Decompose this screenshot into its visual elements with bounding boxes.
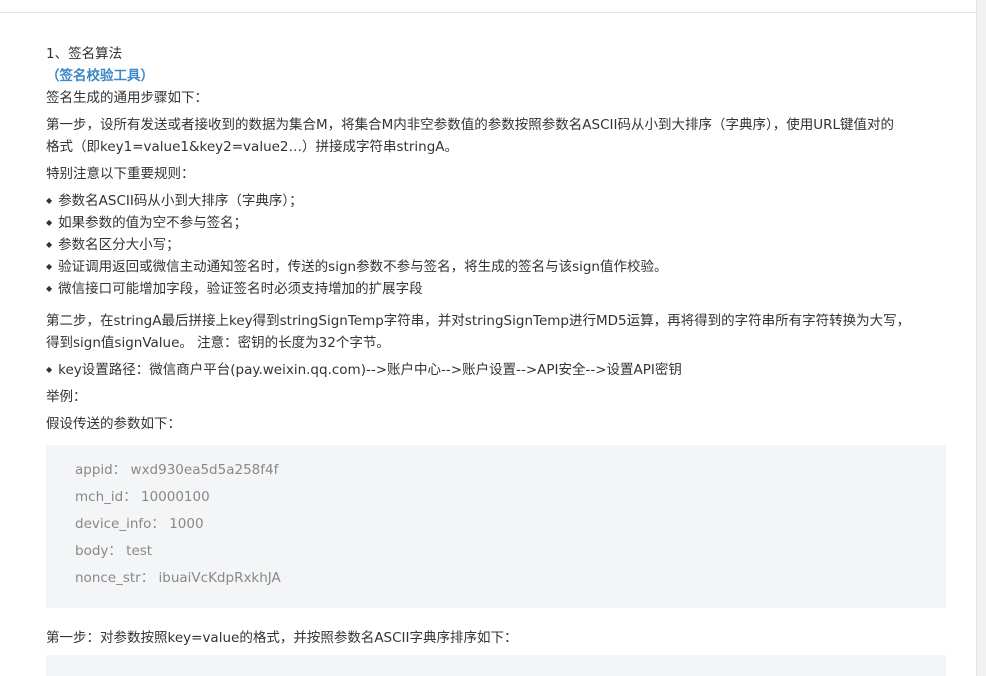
params-code-block: appid： wxd930ea5d5a258f4f mch_id： 100001…	[46, 445, 946, 608]
step1-text-line2: 格式（即key1=value1&key2=value2…）拼接成字符串strin…	[46, 139, 459, 155]
step1-text-line1: 第一步，设所有发送或者接收到的数据为集合M，将集合M内非空参数值的参数按照参数名…	[46, 117, 895, 133]
rule-item: 验证调用返回或微信主动通知签名时，传送的sign参数不参与签名，将生成的签名与该…	[46, 257, 667, 279]
vertical-scrollbar[interactable]	[976, 0, 986, 676]
param-line: device_info： 1000	[75, 516, 204, 532]
rule-item: 如果参数的值为空不参与签名；	[46, 213, 247, 235]
step3-text: 第一步：对参数按照key=value的格式，并按照参数名ASCII字典序排序如下…	[46, 630, 518, 646]
step2-text-line2: 得到sign值signValue。 注意：密钥的长度为32个字节。	[46, 335, 390, 351]
rule-item: 微信接口可能增加字段，验证签名时必须支持增加的扩展字段	[46, 279, 423, 301]
param-line: nonce_str： ibuaiVcKdpRxkhJA	[75, 570, 281, 586]
rules-title: 特别注意以下重要规则：	[46, 166, 195, 182]
rule-item: 参数名区分大小写；	[46, 235, 180, 257]
example-label: 举例：	[46, 389, 87, 405]
signature-tool-link[interactable]: （签名校验工具）	[46, 66, 154, 86]
step2-text-line1: 第二步，在stringA最后拼接上key得到stringSignTemp字符串，…	[46, 313, 911, 329]
param-line: mch_id： 10000100	[75, 489, 210, 505]
param-line: appid： wxd930ea5d5a258f4f	[75, 462, 279, 478]
top-header-bar	[0, 0, 976, 13]
intro-text: 签名生成的通用步骤如下：	[46, 90, 208, 106]
section-title: 1、签名算法	[46, 46, 123, 62]
rule-item: 参数名ASCII码从小到大排序（字典序）；	[46, 191, 302, 213]
sorted-params-code-block	[46, 655, 946, 676]
key-setting-path: key设置路径：微信商户平台(pay.weixin.qq.com)-->账户中心…	[46, 360, 682, 382]
param-line: body： test	[75, 543, 153, 559]
params-intro: 假设传送的参数如下：	[46, 416, 181, 432]
